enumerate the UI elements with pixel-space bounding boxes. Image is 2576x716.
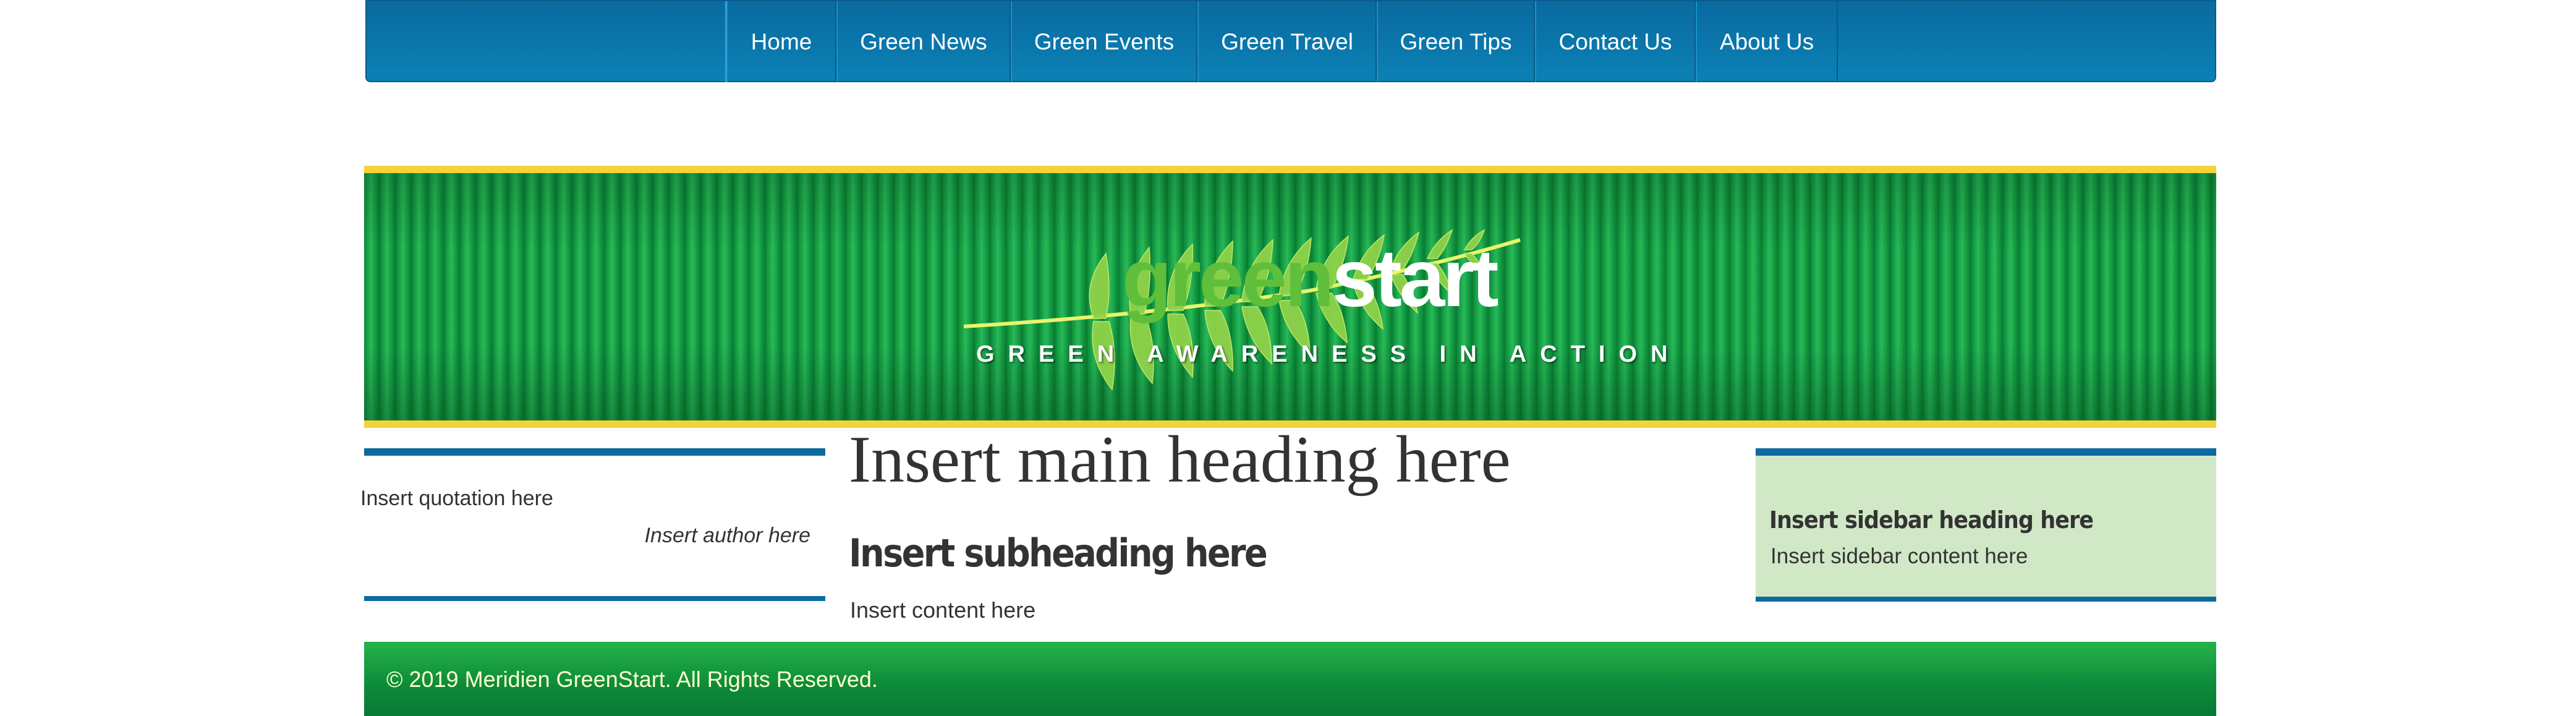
logo-green-part: green [1122, 232, 1334, 323]
header-banner: greenstart GREEN AWARENESS IN ACTION [364, 166, 2216, 428]
nav-about-us[interactable]: About Us [1696, 1, 1838, 82]
nav-green-events[interactable]: Green Events [1011, 1, 1197, 82]
nav-green-travel[interactable]: Green Travel [1197, 1, 1377, 82]
nav-contact-us[interactable]: Contact Us [1535, 1, 1696, 82]
sub-heading: Insert subheading here [849, 531, 1268, 576]
main-content: Insert content here [850, 597, 1036, 623]
sidebar-heading: Insert sidebar heading here [1769, 506, 2094, 534]
site-tagline: GREEN AWARENESS IN ACTION [976, 341, 1681, 367]
nav-green-news[interactable]: Green News [836, 1, 1011, 82]
nav-green-tips[interactable]: Green Tips [1377, 1, 1535, 82]
page-footer: © 2019 Meridien GreenStart. All Rights R… [364, 642, 2216, 716]
nav-home[interactable]: Home [726, 1, 836, 82]
sidebar-content: Insert sidebar content here [1770, 544, 2028, 568]
top-navigation: Home Green News Green Events Green Trave… [365, 0, 2216, 82]
nav-menu: Home Green News Green Events Green Trave… [725, 1, 1838, 82]
sidebar: Insert sidebar heading here Insert sideb… [1756, 448, 2216, 602]
quote-block: Insert quotation here Insert author here [360, 448, 825, 601]
main-heading: Insert main heading here [849, 423, 1511, 497]
page-container: Home Green News Green Events Green Trave… [360, 0, 2216, 716]
logo-white-part: start [1332, 232, 1498, 323]
footer-copyright: © 2019 Meridien GreenStart. All Rights R… [386, 667, 878, 692]
quote-text: Insert quotation here [360, 487, 553, 510]
site-logo[interactable]: greenstart [1122, 237, 1499, 319]
quote-author: Insert author here [644, 524, 810, 547]
